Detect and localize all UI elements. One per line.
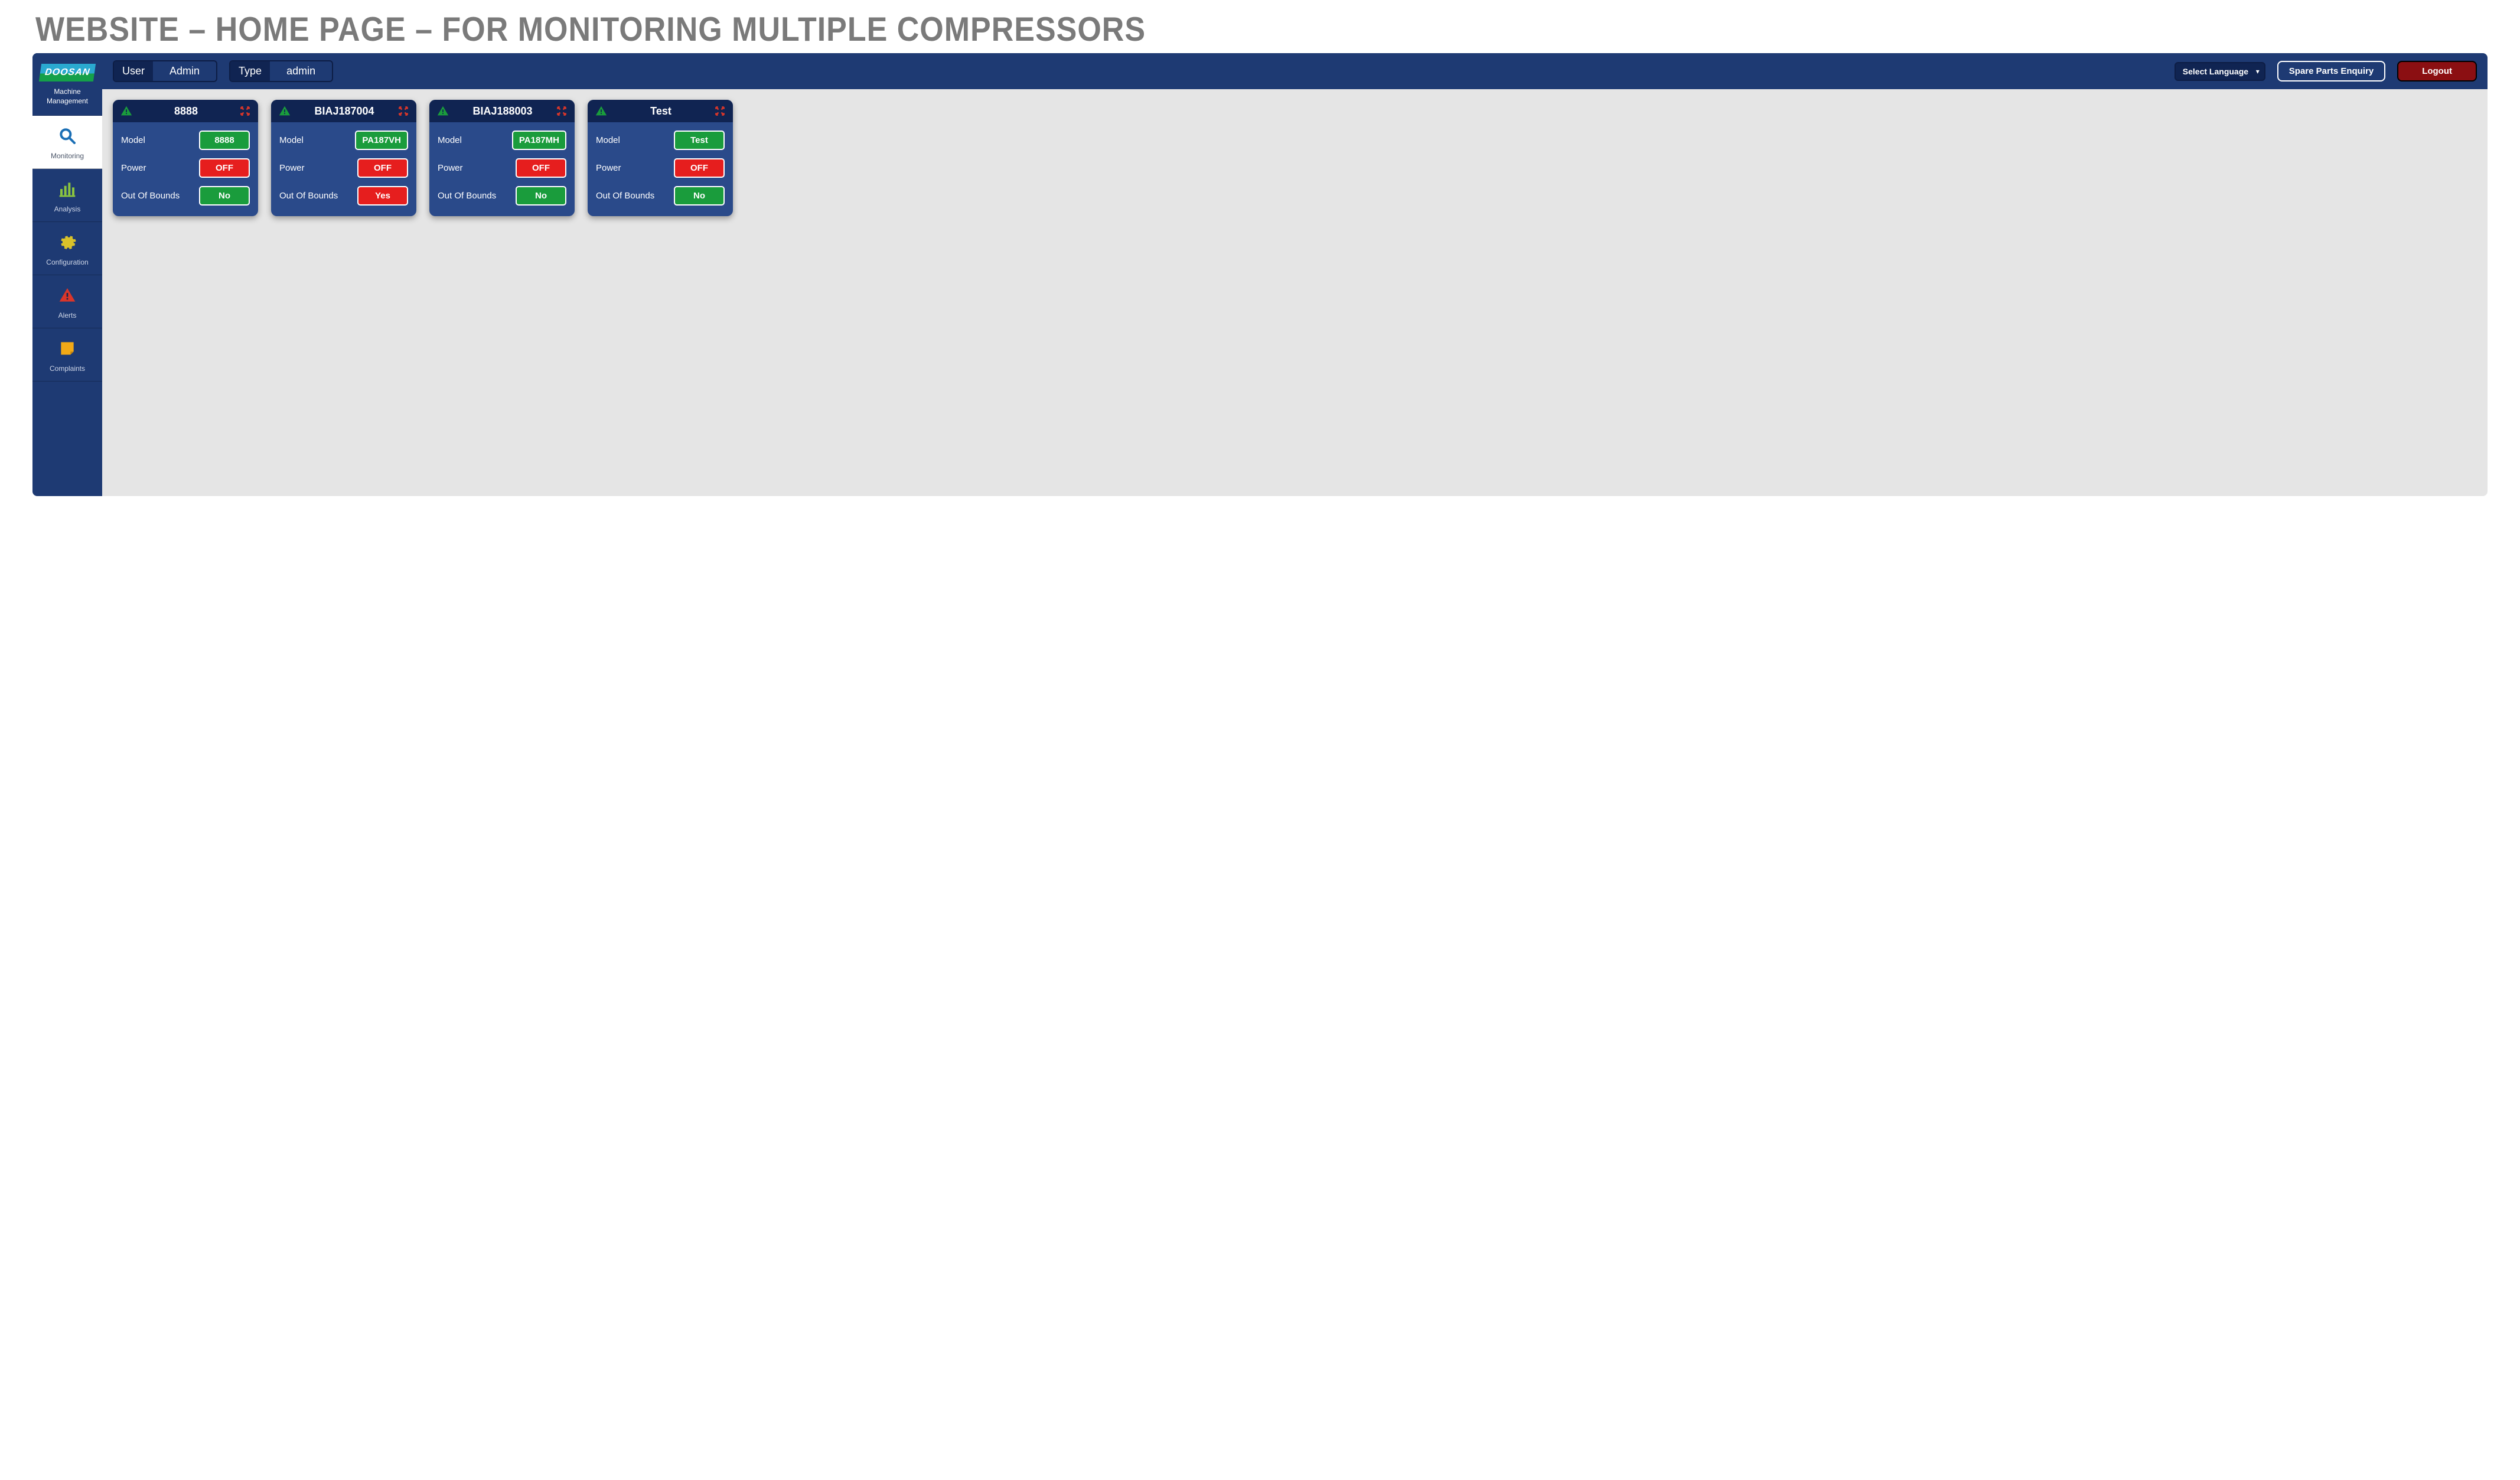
power-label: Power [121, 163, 146, 173]
sidebar-item-label: Monitoring [51, 152, 84, 160]
logout-button[interactable]: Logout [2397, 61, 2477, 82]
power-label: Power [279, 163, 305, 173]
note-icon [35, 339, 100, 360]
user-box: User Admin [113, 60, 217, 82]
expand-icon[interactable] [556, 105, 568, 117]
topbar: User Admin Type admin Select Language Sp… [102, 53, 2488, 89]
sidebar-item-alerts[interactable]: Alerts [32, 275, 102, 328]
sidebar-item-monitoring[interactable]: Monitoring [32, 116, 102, 169]
card-header: BIAJ188003 [429, 100, 575, 122]
search-icon [35, 126, 100, 147]
power-label: Power [596, 163, 621, 173]
spare-parts-button[interactable]: Spare Parts Enquiry [2277, 61, 2385, 82]
card-title: Test [608, 105, 714, 118]
power-value: OFF [357, 158, 408, 178]
slide-title: WEBSITE – HOME PAGE – FOR MONITORING MUL… [0, 0, 2520, 56]
main-area: User Admin Type admin Select Language Sp… [102, 53, 2488, 496]
model-value: PA187MH [512, 131, 566, 150]
status-triangle-icon [278, 105, 291, 118]
model-label: Model [438, 135, 462, 145]
card-title: 8888 [133, 105, 239, 118]
gear-icon [35, 233, 100, 253]
brand-logo: DOOSAN [39, 64, 96, 82]
language-select[interactable]: Select Language [2175, 62, 2265, 81]
power-label: Power [438, 163, 463, 173]
model-row: Model PA187VH [279, 131, 408, 150]
user-value: Admin [153, 61, 216, 81]
brand-caption: Machine Management [36, 87, 99, 106]
compressor-card[interactable]: BIAJ188003 Model PA187MH Power OFF [429, 100, 575, 216]
brand-caption-line2: Management [47, 97, 88, 105]
sidebar-item-configuration[interactable]: Configuration [32, 222, 102, 275]
oob-value: No [199, 186, 250, 206]
type-key: Type [230, 61, 270, 81]
oob-label: Out Of Bounds [279, 191, 338, 201]
oob-row: Out Of Bounds Yes [279, 186, 408, 206]
oob-label: Out Of Bounds [438, 191, 496, 201]
card-header: Test [588, 100, 733, 122]
power-row: Power OFF [121, 158, 250, 178]
power-row: Power OFF [438, 158, 566, 178]
oob-value: No [516, 186, 566, 206]
oob-value: No [674, 186, 725, 206]
compressor-card[interactable]: Test Model Test Power OFF Out [588, 100, 733, 216]
expand-icon[interactable] [397, 105, 409, 117]
card-title: BIAJ187004 [291, 105, 397, 118]
sidebar-item-complaints[interactable]: Complaints [32, 328, 102, 382]
app-frame: DOOSAN Machine Management Monitoring Ana… [32, 53, 2488, 496]
sidebar: DOOSAN Machine Management Monitoring Ana… [32, 53, 102, 496]
card-header: 8888 [113, 100, 258, 122]
compressor-card[interactable]: 8888 Model 8888 Power OFF Out [113, 100, 258, 216]
bar-chart-icon [35, 180, 100, 200]
expand-icon[interactable] [239, 105, 251, 117]
oob-row: Out Of Bounds No [438, 186, 566, 206]
model-value: 8888 [199, 131, 250, 150]
oob-value: Yes [357, 186, 408, 206]
alert-triangle-icon [35, 286, 100, 307]
status-triangle-icon [595, 105, 608, 118]
power-row: Power OFF [279, 158, 408, 178]
type-box: Type admin [229, 60, 333, 82]
sidebar-item-label: Analysis [54, 205, 81, 213]
power-value: OFF [199, 158, 250, 178]
model-value: PA187VH [355, 131, 408, 150]
status-triangle-icon [436, 105, 449, 118]
power-value: OFF [516, 158, 566, 178]
brand-caption-line1: Machine [54, 87, 80, 96]
model-label: Model [121, 135, 145, 145]
sidebar-item-label: Configuration [46, 258, 88, 266]
power-value: OFF [674, 158, 725, 178]
oob-label: Out Of Bounds [121, 191, 180, 201]
status-triangle-icon [120, 105, 133, 118]
sidebar-item-analysis[interactable]: Analysis [32, 169, 102, 222]
model-label: Model [596, 135, 620, 145]
expand-icon[interactable] [714, 105, 726, 117]
sidebar-item-label: Alerts [58, 311, 77, 320]
card-title: BIAJ188003 [449, 105, 556, 118]
model-row: Model PA187MH [438, 131, 566, 150]
card-body: Model 8888 Power OFF Out Of Bounds No [113, 122, 258, 216]
oob-row: Out Of Bounds No [596, 186, 725, 206]
user-key: User [114, 61, 153, 81]
model-value: Test [674, 131, 725, 150]
power-row: Power OFF [596, 158, 725, 178]
sidebar-item-label: Complaints [50, 364, 85, 373]
model-label: Model [279, 135, 304, 145]
card-header: BIAJ187004 [271, 100, 416, 122]
type-value: admin [270, 61, 332, 81]
oob-label: Out Of Bounds [596, 191, 654, 201]
cards-area: 8888 Model 8888 Power OFF Out [102, 89, 2488, 227]
brand-box: DOOSAN Machine Management [32, 53, 102, 116]
compressor-card[interactable]: BIAJ187004 Model PA187VH Power OFF [271, 100, 416, 216]
model-row: Model 8888 [121, 131, 250, 150]
oob-row: Out Of Bounds No [121, 186, 250, 206]
card-body: Model PA187MH Power OFF Out Of Bounds No [429, 122, 575, 216]
language-select-wrap: Select Language [2175, 62, 2265, 81]
card-body: Model Test Power OFF Out Of Bounds No [588, 122, 733, 216]
card-body: Model PA187VH Power OFF Out Of Bounds Ye… [271, 122, 416, 216]
model-row: Model Test [596, 131, 725, 150]
